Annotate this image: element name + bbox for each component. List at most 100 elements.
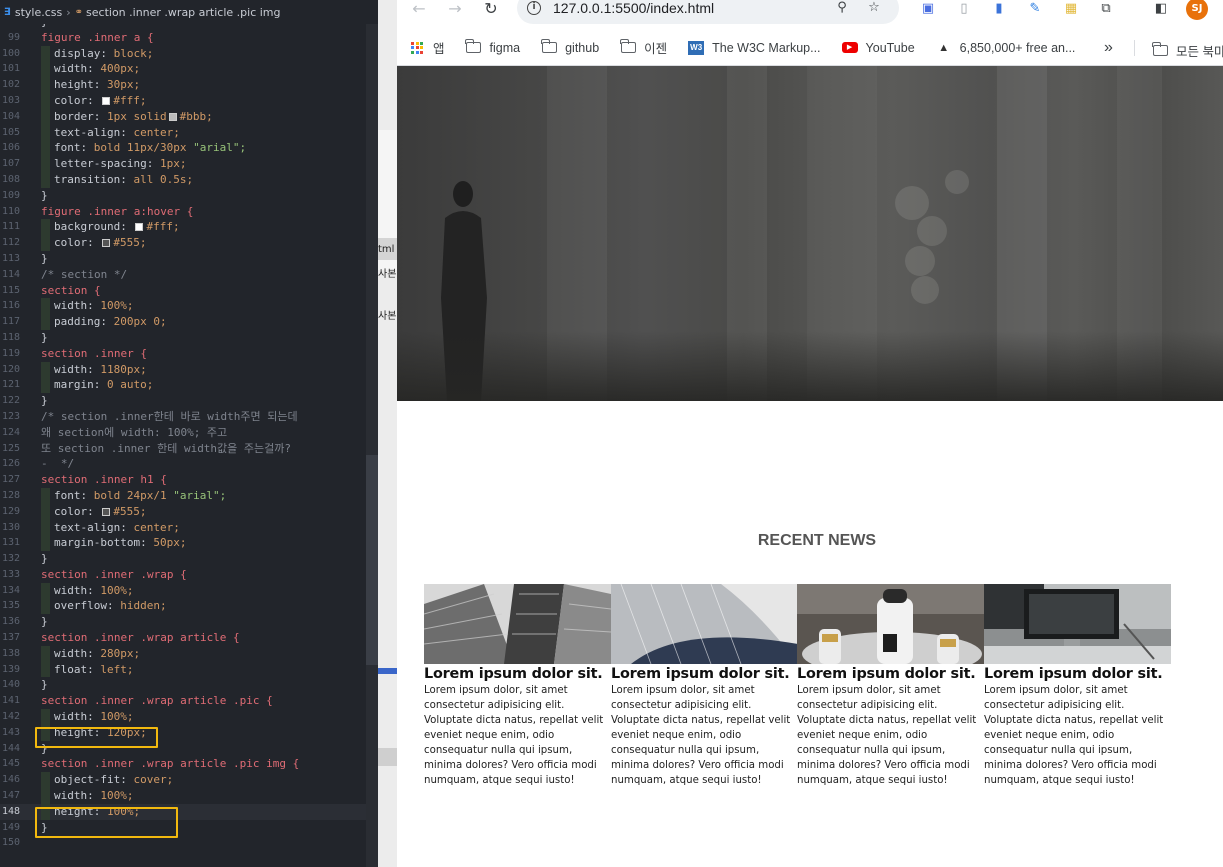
code-line[interactable]: 119 section .inner { — [0, 346, 378, 362]
code-line[interactable]: 130 text-align: center; — [0, 519, 378, 536]
code-line[interactable]: 142 width: 100%; — [0, 709, 378, 725]
bookmark-star-icon[interactable]: ☆ — [865, 0, 883, 17]
code-line[interactable]: 146 object-fit: cover; — [0, 772, 378, 789]
code-line[interactable]: 127 section .inner h1 { — [0, 472, 378, 488]
breadcrumb-file[interactable]: style.css — [15, 6, 62, 19]
css-declaration: color: #555; — [54, 504, 147, 520]
article-card[interactable]: Lorem ipsum dolor sit. Lorem ipsum dolor… — [611, 584, 798, 788]
article-title[interactable]: Lorem ipsum dolor sit. — [611, 666, 798, 682]
bookmark-apps[interactable]: 앱 — [409, 38, 445, 57]
reload-icon[interactable]: ↻ — [479, 0, 503, 18]
code-line[interactable]: 123 /* section .inner한테 바로 width주면 되는데 — [0, 409, 378, 425]
code-line[interactable]: 113} — [0, 251, 378, 267]
url-text[interactable]: 127.0.0.1:5500/index.html — [553, 0, 714, 16]
code-line[interactable]: 112 color: #555; — [0, 235, 378, 251]
code-line[interactable]: 124 왜 section에 width: 100%; 주고 — [0, 425, 378, 441]
property-value: #fff; — [113, 93, 147, 107]
code-line[interactable]: 118} — [0, 330, 378, 346]
side-panel-icon[interactable]: ◧ — [1152, 0, 1170, 18]
code-line[interactable]: 139 float: left; — [0, 661, 378, 678]
code-line[interactable]: 128 font: bold 24px/1 "arial"; — [0, 487, 378, 504]
article-card[interactable]: Lorem ipsum dolor sit. Lorem ipsum dolor… — [984, 584, 1171, 788]
code-area[interactable]: 98}99figure .inner a {100display: block;… — [0, 14, 378, 851]
bookmark-youtube[interactable]: ▶ YouTube — [841, 41, 915, 55]
bookmark-github[interactable]: github — [540, 39, 599, 55]
article-title[interactable]: Lorem ipsum dolor sit. — [424, 666, 611, 682]
code-line[interactable]: 115 section { — [0, 283, 378, 299]
code-editor[interactable]: 98}99figure .inner a {100display: block;… — [0, 0, 378, 867]
folder-icon — [1151, 42, 1168, 58]
extensions-puzzle-icon[interactable]: ⧉ — [1097, 0, 1115, 18]
article-title[interactable]: Lorem ipsum dolor sit. — [797, 666, 984, 682]
forward-arrow-icon[interactable]: → — [443, 0, 467, 18]
code-line[interactable]: 104 border: 1px solid #bbb; — [0, 108, 378, 125]
code-line[interactable]: 138 width: 280px; — [0, 645, 378, 662]
line-number: 117 — [1, 316, 20, 328]
code-line[interactable]: 126 - */ — [0, 456, 378, 472]
extension-image-icon[interactable]: ▦ — [1062, 0, 1080, 18]
code-line[interactable]: 108 transition: all 0.5s; — [0, 171, 378, 188]
code-line[interactable]: 107 letter-spacing: 1px; — [0, 156, 378, 172]
bookmark-ezen[interactable]: 이젠 — [620, 38, 667, 57]
code-line[interactable]: 111 background: #fff; — [0, 219, 378, 236]
color-swatch-icon[interactable] — [102, 96, 111, 105]
css-declaration: text-align: center; — [54, 520, 180, 536]
color-swatch-icon[interactable] — [102, 507, 111, 516]
code-line[interactable]: 116 width: 100%; — [0, 298, 378, 315]
code-line[interactable]: 129 color: #555; — [0, 503, 378, 520]
code-line[interactable]: 106 font: bold 11px/30px "arial"; — [0, 140, 378, 157]
property-name: width: — [54, 62, 94, 76]
code-line[interactable]: 136} — [0, 614, 378, 630]
code-line[interactable]: 125 또 section .inner 한테 width값을 주는걸까? — [0, 441, 378, 457]
extension-mobile-icon[interactable]: ▯ — [955, 0, 973, 18]
code-line[interactable]: 145 section .inner .wrap article .pic img… — [0, 756, 378, 772]
background-window[interactable]: tml 사본 사본 — [378, 0, 397, 867]
extension-screenshot-icon[interactable]: ▣ — [919, 0, 937, 18]
bookmark-figma[interactable]: figma — [465, 39, 520, 55]
site-info-icon[interactable]: i — [527, 1, 541, 15]
bookmark-all-bookmarks[interactable]: 모든 북마 — [1151, 41, 1223, 60]
code-line[interactable]: 134 width: 100%; — [0, 582, 378, 599]
code-line[interactable]: 132} — [0, 551, 378, 567]
code-line[interactable]: 102 height: 30px; — [0, 77, 378, 93]
code-line[interactable]: 137 section .inner .wrap article { — [0, 630, 378, 646]
code-line[interactable]: 101 width: 400px; — [0, 61, 378, 78]
more-bookmarks-icon[interactable]: » — [1104, 39, 1113, 57]
code-line[interactable]: 140} — [0, 677, 378, 693]
code-line[interactable]: 131 margin-bottom: 50px; — [0, 535, 378, 552]
css-file-icon: ∃ — [4, 6, 11, 18]
bookmark-free-assets[interactable]: ▲ 6,850,000+ free an... — [936, 41, 1075, 55]
address-bar[interactable]: i 127.0.0.1:5500/index.html ⚲ ☆ — [517, 0, 899, 24]
profile-avatar[interactable]: SJ — [1186, 0, 1208, 20]
code-line[interactable]: 135 overflow: hidden; — [0, 598, 378, 615]
property-name: width: — [54, 362, 94, 376]
article-card[interactable]: Lorem ipsum dolor sit. Lorem ipsum dolor… — [424, 584, 611, 788]
code-line[interactable]: 122} — [0, 393, 378, 409]
back-arrow-icon[interactable]: ← — [407, 0, 431, 18]
code-line[interactable]: 120 width: 1180px; — [0, 361, 378, 378]
code-line[interactable]: 100 display: block; — [0, 45, 378, 62]
code-line[interactable]: 109} — [0, 188, 378, 204]
code-line[interactable]: 133 section .inner .wrap { — [0, 567, 378, 583]
color-swatch-icon[interactable] — [168, 112, 177, 121]
code-line[interactable]: 105 text-align: center; — [0, 124, 378, 141]
color-swatch-icon[interactable] — [135, 223, 144, 232]
code-line[interactable]: 99 figure .inner a { — [0, 30, 378, 46]
code-line[interactable]: 117 padding: 200px 0; — [0, 314, 378, 330]
bookmark-w3c[interactable]: W3 The W3C Markup... — [688, 40, 821, 55]
extension-device-icon[interactable]: ▮ — [990, 0, 1008, 18]
editor-scrollbar[interactable] — [366, 24, 378, 867]
breadcrumb-selector[interactable]: section .inner .wrap article .pic img — [86, 6, 280, 19]
editor-scrollbar-thumb[interactable] — [366, 455, 378, 665]
code-line[interactable]: 103 color: #fff; — [0, 92, 378, 109]
article-title[interactable]: Lorem ipsum dolor sit. — [984, 666, 1171, 682]
code-line[interactable]: 114 /* section */ — [0, 267, 378, 283]
code-line[interactable]: 110 figure .inner a:hover { — [0, 204, 378, 220]
extension-eyedropper-icon[interactable]: ✎ — [1026, 0, 1044, 18]
zoom-icon[interactable]: ⚲ — [833, 0, 851, 17]
color-swatch-icon[interactable] — [102, 239, 111, 248]
article-card[interactable]: Lorem ipsum dolor sit. Lorem ipsum dolor… — [797, 584, 984, 788]
code-line[interactable]: 141 section .inner .wrap article .pic { — [0, 693, 378, 709]
code-line[interactable]: 121 margin: 0 auto; — [0, 377, 378, 394]
code-line[interactable]: 147 width: 100%; — [0, 788, 378, 804]
